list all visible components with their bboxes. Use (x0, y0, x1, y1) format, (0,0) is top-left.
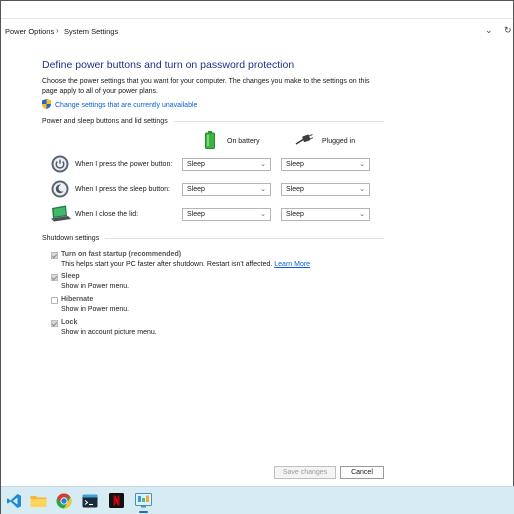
terminal-icon[interactable] (81, 492, 98, 509)
divider (105, 238, 384, 239)
shutdown-section-heading: Shutdown settings (42, 235, 384, 242)
hibernate-option-sub: Show in Power menu. (61, 306, 130, 313)
fast-startup-sub: This helps start your PC faster after sh… (61, 261, 310, 268)
main-content: Define power buttons and turn on passwor… (1, 43, 513, 461)
chevron-down-icon[interactable]: ⌄ (485, 25, 493, 36)
select-value: Sleep (187, 186, 205, 193)
power-button-label: When I press the power button: (75, 161, 173, 168)
change-settings-label: Change settings that are currently unava… (55, 101, 198, 109)
page-description: Choose the power settings that you want … (42, 78, 370, 95)
lock-option-label: Lock (61, 319, 78, 326)
page-title: Define power buttons and turn on passwor… (42, 59, 295, 71)
lock-option-sub: Show in account picture menu. (61, 329, 157, 336)
netflix-icon[interactable] (108, 492, 125, 509)
address-bar[interactable]: Power Options › System Settings ⌄ ↻ (1, 20, 513, 42)
power-button-plugged-select[interactable]: Sleep ⌄ (281, 158, 370, 171)
sleep-option-label: Sleep (61, 273, 80, 280)
file-explorer-icon[interactable] (30, 492, 47, 509)
sleep-option-sub: Show in Power menu. (61, 283, 130, 290)
chevron-down-icon: ⌄ (260, 161, 266, 168)
title-strip (1, 1, 513, 19)
change-settings-link[interactable]: Change settings that are currently unava… (42, 99, 197, 111)
chevron-right-icon: › (56, 26, 59, 35)
breadcrumb-system-settings[interactable]: System Settings (64, 27, 118, 36)
lock-checkbox[interactable] (51, 320, 58, 327)
cancel-button[interactable]: Cancel (340, 466, 384, 479)
col-on-battery-label: On battery (227, 137, 260, 145)
plug-icon (295, 134, 314, 148)
chrome-icon[interactable] (55, 492, 72, 509)
power-section-label: Power and sleep buttons and lid settings (42, 118, 168, 125)
sleep-button-battery-select[interactable]: Sleep ⌄ (182, 183, 271, 196)
chevron-down-icon: ⌄ (359, 161, 365, 168)
vscode-icon[interactable] (5, 492, 22, 509)
battery-icon (205, 131, 215, 151)
breadcrumb-power-options[interactable]: Power Options (5, 27, 54, 36)
select-value: Sleep (187, 211, 205, 218)
taskbar (1, 486, 514, 514)
hibernate-checkbox[interactable] (51, 297, 58, 304)
select-value: Sleep (187, 161, 205, 168)
fast-startup-label: Turn on fast startup (recommended) (61, 251, 182, 258)
power-button-icon (51, 155, 69, 173)
shutdown-section-label: Shutdown settings (42, 235, 100, 242)
fast-startup-desc: This helps start your PC faster after sh… (61, 261, 273, 268)
select-value: Sleep (286, 161, 304, 168)
control-panel-icon[interactable] (135, 492, 152, 513)
sleep-checkbox[interactable] (51, 274, 58, 281)
chevron-down-icon: ⌄ (260, 186, 266, 193)
fast-startup-checkbox[interactable] (51, 252, 58, 259)
save-changes-button[interactable]: Save changes (274, 466, 336, 479)
chevron-down-icon: ⌄ (359, 211, 365, 218)
sleep-button-label: When I press the sleep button: (75, 186, 170, 193)
divider (173, 121, 384, 122)
close-lid-plugged-select[interactable]: Sleep ⌄ (281, 208, 370, 221)
laptop-lid-icon (50, 205, 72, 223)
hibernate-option-label: Hibernate (61, 296, 94, 303)
sleep-button-icon (51, 180, 69, 198)
chevron-down-icon: ⌄ (260, 211, 266, 218)
uac-shield-icon (42, 99, 51, 111)
learn-more-link[interactable]: Learn More (274, 261, 310, 268)
col-plugged-in: Plugged in (295, 134, 355, 148)
sleep-button-plugged-select[interactable]: Sleep ⌄ (281, 183, 370, 196)
col-plugged-in-label: Plugged in (322, 137, 356, 145)
col-on-battery: On battery (205, 131, 260, 151)
power-button-battery-select[interactable]: Sleep ⌄ (182, 158, 271, 171)
select-value: Sleep (286, 186, 304, 193)
close-lid-battery-select[interactable]: Sleep ⌄ (182, 208, 271, 221)
select-value: Sleep (286, 211, 304, 218)
power-section-heading: Power and sleep buttons and lid settings (42, 118, 384, 125)
refresh-icon[interactable]: ↻ (504, 25, 512, 36)
chevron-down-icon: ⌄ (359, 186, 365, 193)
window-frame: Power Options › System Settings ⌄ ↻ Defi… (0, 0, 514, 514)
close-lid-label: When I close the lid: (75, 211, 139, 218)
